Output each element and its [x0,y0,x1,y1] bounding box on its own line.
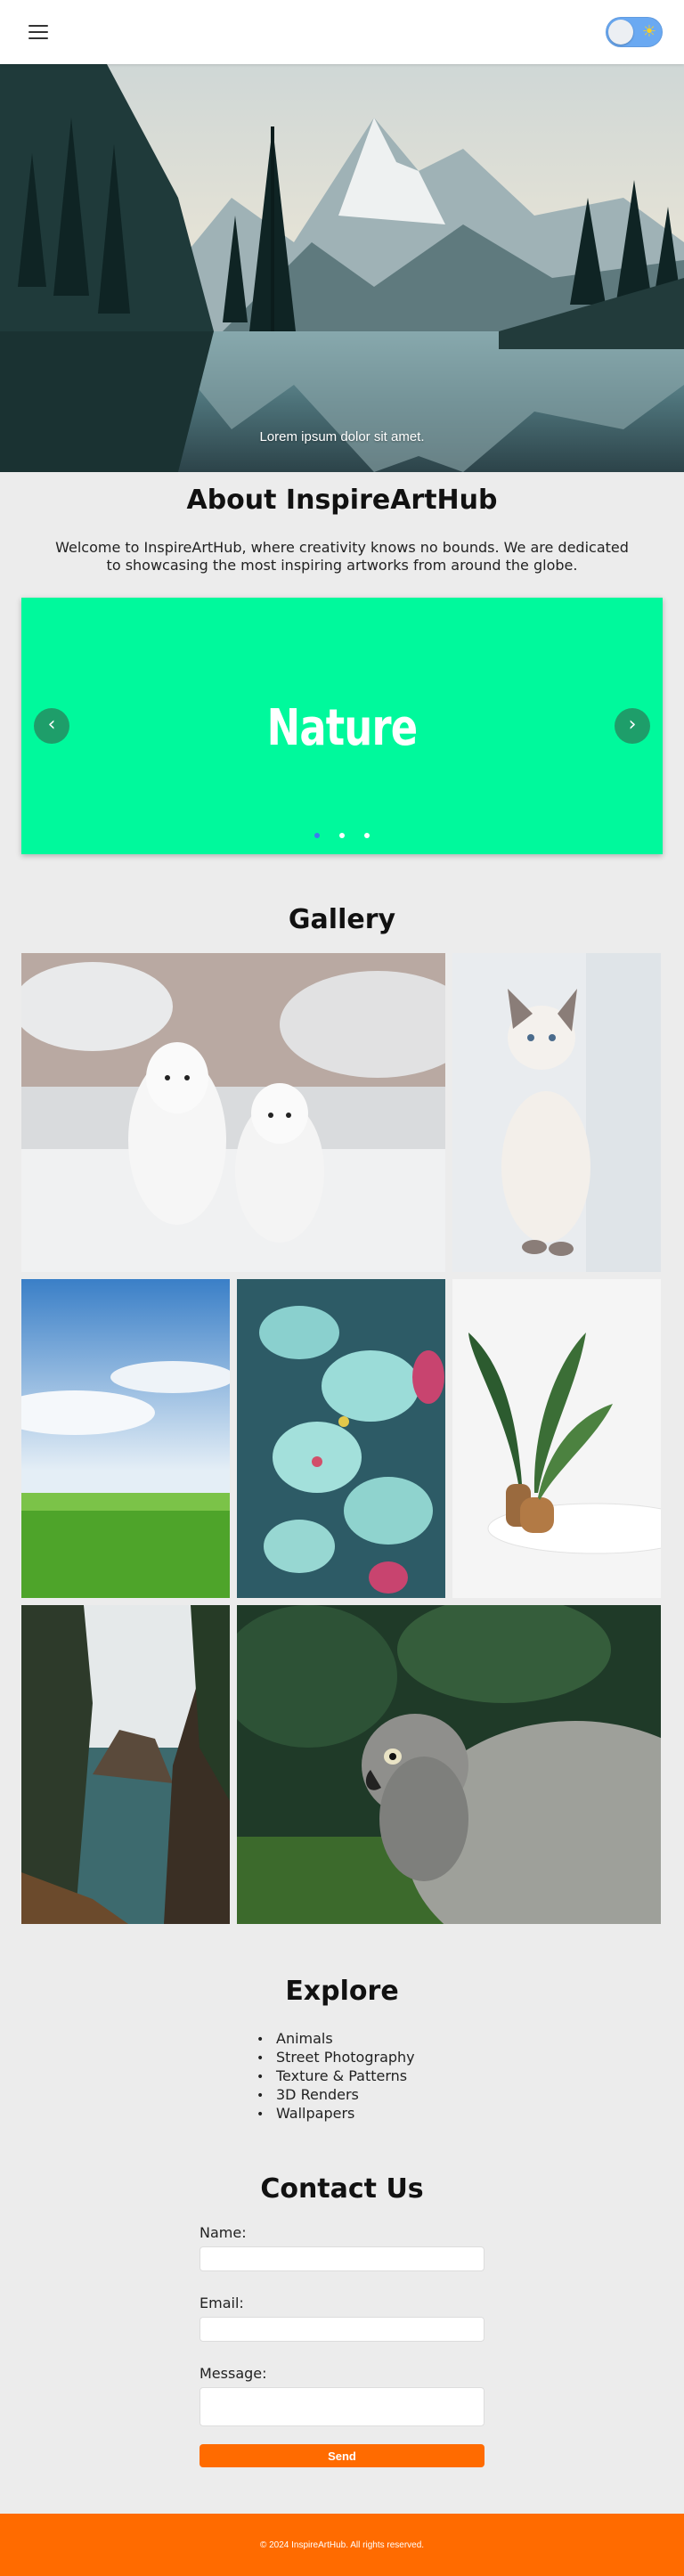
explore-item-animals[interactable]: Animals [256,2030,431,2049]
footer-copyright: © 2024 InspireArtHub. All rights reserve… [259,2539,425,2550]
explore-item-texture-patterns[interactable]: Texture & Patterns [256,2067,431,2086]
explore-item-street-photography[interactable]: Street Photography [256,2049,431,2067]
carousel-dot-3[interactable] [364,833,370,838]
carousel-dot-2[interactable] [339,833,345,838]
gallery-title: Gallery [288,904,396,935]
carousel-slide-label: Nature [266,699,419,757]
gallery-image-kitten[interactable] [452,953,661,1272]
about-section: About InspireArtHub Welcome to InspireAr… [0,472,684,575]
hero-tagline: Lorem ipsum dolor sit amet. [259,429,425,444]
email-label: Email: [200,2295,244,2311]
email-field[interactable] [200,2317,484,2342]
gallery-image-dogs[interactable] [21,953,445,1272]
hero-landscape-image [0,64,684,472]
gallery-image-plant[interactable] [452,1279,661,1598]
name-field[interactable] [200,2246,484,2271]
message-field[interactable] [200,2387,484,2426]
about-text: Welcome to InspireArtHub, where creativi… [55,539,629,574]
chevron-left-icon[interactable]: ‹ [34,708,69,744]
toggle-knob [608,20,633,45]
carousel: Nature ‹ › [21,598,663,854]
explore-item-3d-renders[interactable]: 3D Renders [256,2086,431,2105]
explore-list: Animals Street Photography Texture & Pat… [253,2030,431,2124]
carousel-dot-1[interactable] [314,833,320,838]
gallery-image-parrot[interactable] [237,1605,661,1924]
gallery-grid [21,953,663,1924]
about-title: About InspireArtHub [186,485,498,516]
sun-icon: ☀ [641,22,656,41]
contact-title: Contact Us [260,2173,424,2205]
top-navbar: ☀ [0,0,684,64]
carousel-dots [21,833,663,838]
chevron-right-icon[interactable]: › [615,708,650,744]
gallery-image-orchids[interactable] [237,1279,445,1598]
name-label: Name: [200,2224,247,2241]
footer: © 2024 InspireArtHub. All rights reserve… [0,2514,684,2576]
hamburger-menu-icon[interactable] [28,25,48,39]
contact-form: Name: Email: Message: Send [200,2224,484,2467]
hero-banner: Lorem ipsum dolor sit amet. [0,64,684,472]
gallery-image-grass-field[interactable] [21,1279,230,1598]
message-label: Message: [200,2365,267,2382]
gallery-image-sea-cove[interactable] [21,1605,230,1924]
theme-toggle[interactable]: ☀ [606,17,663,47]
explore-item-wallpapers[interactable]: Wallpapers [256,2105,431,2124]
explore-title: Explore [285,1976,399,2007]
send-button[interactable]: Send [200,2444,484,2467]
